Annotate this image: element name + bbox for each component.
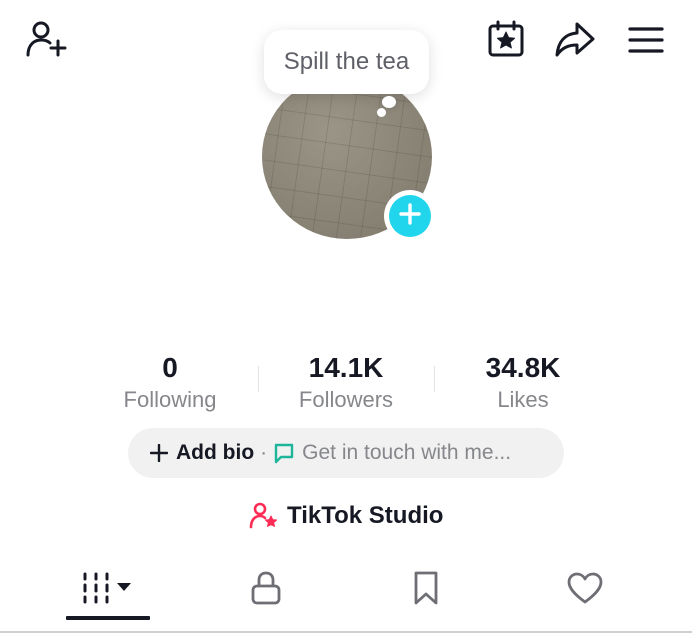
tab-favorites[interactable] <box>386 560 466 616</box>
grid-bars-icon <box>81 571 135 605</box>
bio-separator: · <box>260 441 268 464</box>
studio-label: TikTok Studio <box>287 502 444 529</box>
likes-stat[interactable]: 34.8K Likes <box>433 350 613 414</box>
add-avatar-circle <box>389 195 431 237</box>
bookmark-icon <box>412 570 440 606</box>
following-stat[interactable]: 0 Following <box>80 350 260 414</box>
tab-private[interactable] <box>226 560 306 616</box>
tooltip-tail-dot <box>377 108 386 117</box>
tiktok-studio-link[interactable]: TikTok Studio <box>249 500 443 532</box>
heart-icon <box>566 571 604 605</box>
status-tooltip[interactable]: Spill the tea <box>264 30 429 94</box>
following-label: Following <box>123 387 217 412</box>
person-plus-icon <box>24 19 68 61</box>
plus-icon <box>399 202 421 230</box>
plus-icon <box>150 444 168 462</box>
share-button[interactable] <box>552 18 598 60</box>
likes-label: Likes <box>497 387 549 412</box>
hamburger-menu-icon <box>628 25 664 55</box>
followers-stat[interactable]: 14.1K Followers <box>256 350 436 414</box>
add-avatar-button[interactable] <box>384 190 436 242</box>
lock-icon <box>250 570 282 606</box>
following-count: 0 <box>162 352 178 383</box>
calendar-button[interactable] <box>484 18 528 60</box>
tab-videos[interactable] <box>66 560 150 616</box>
person-star-icon <box>249 502 279 530</box>
add-bio-label: Add bio <box>176 441 255 464</box>
message-bubble-icon <box>273 442 295 464</box>
contact-label: Get in touch with me... <box>302 441 512 464</box>
tooltip-text: Spill the tea <box>283 48 410 75</box>
menu-button[interactable] <box>624 20 668 60</box>
likes-count: 34.8K <box>485 352 561 383</box>
tooltip-tail <box>382 96 396 108</box>
add-bio-button[interactable]: Add bio <box>150 441 254 465</box>
active-tab-indicator <box>66 616 150 620</box>
calendar-star-icon <box>486 19 526 59</box>
add-friend-button[interactable] <box>22 18 70 62</box>
followers-count: 14.1K <box>308 352 384 383</box>
contact-button[interactable]: Get in touch with me... <box>273 441 511 465</box>
tab-liked[interactable] <box>545 560 625 616</box>
followers-label: Followers <box>298 387 394 412</box>
share-arrow-icon <box>554 20 596 58</box>
bio-bar: Add bio · Get in touch with me... <box>128 428 564 478</box>
